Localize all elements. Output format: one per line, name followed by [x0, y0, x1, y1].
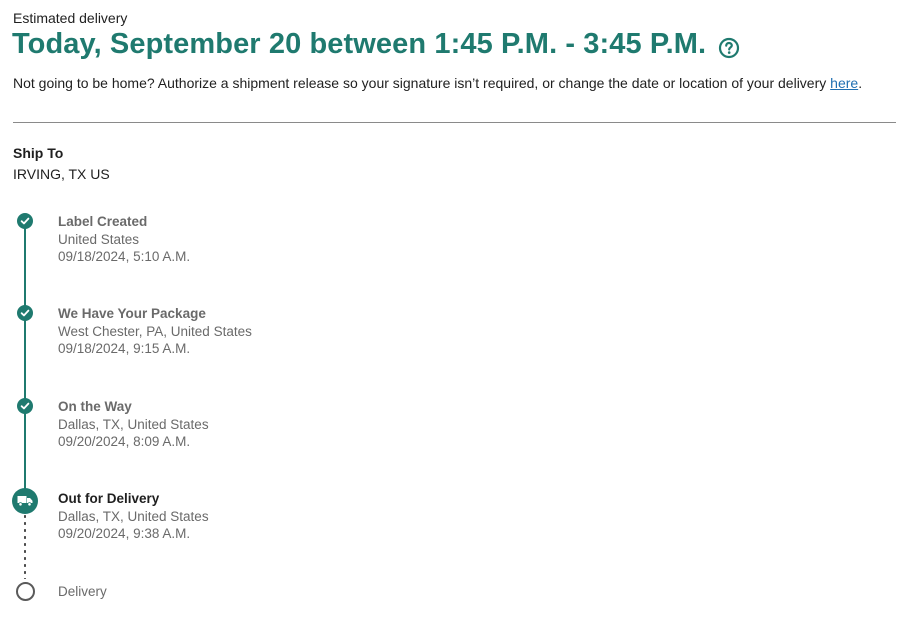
- change-delivery-link[interactable]: here: [830, 75, 858, 91]
- step-time: 09/20/2024, 9:38 A.M.: [58, 526, 191, 541]
- timeline-connector: [24, 228, 26, 306]
- section-divider: [13, 122, 896, 123]
- delivery-notice: Not going to be home? Authorize a shipme…: [13, 75, 862, 91]
- step-location: United States: [58, 231, 140, 247]
- step-location: Dallas, TX, United States: [58, 508, 209, 524]
- delivery-window-headline: Today, September 20 between 1:45 P.M. - …: [12, 28, 740, 61]
- question-circle-icon[interactable]: [718, 34, 740, 58]
- step-title: On the Way: [58, 399, 132, 414]
- step-location: Dallas, TX, United States: [58, 416, 209, 432]
- delivery-notice-text: Not going to be home? Authorize a shipme…: [13, 75, 831, 91]
- check-icon: [17, 305, 33, 321]
- step-time: 09/18/2024, 5:10 A.M.: [58, 249, 191, 264]
- step-title: We Have Your Package: [58, 306, 206, 321]
- delivery-window-text: Today, September 20 between 1:45 P.M. - …: [12, 28, 707, 60]
- step-location: West Chester, PA, United States: [58, 323, 252, 339]
- step-title: Delivery: [58, 584, 107, 599]
- delivery-notice-trail: .: [858, 75, 863, 91]
- timeline-step-package-received: We Have Your Package West Chester, PA, U…: [58, 305, 252, 358]
- timeline-connector: [24, 320, 26, 399]
- step-title: Out for Delivery: [58, 491, 160, 506]
- ship-to-label: Ship To: [13, 145, 64, 161]
- check-icon: [17, 213, 33, 229]
- timeline-step-delivery: Delivery: [58, 583, 107, 601]
- step-time: 09/20/2024, 8:09 A.M.: [58, 434, 191, 449]
- timeline-step-out-for-delivery: Out for Delivery Dallas, TX, United Stat…: [58, 490, 209, 543]
- estimated-delivery-label: Estimated delivery: [13, 10, 128, 26]
- empty-circle-icon: [16, 582, 35, 601]
- timeline-connector: [24, 413, 26, 489]
- step-time: 09/18/2024, 9:15 A.M.: [58, 341, 191, 356]
- step-title: Label Created: [58, 214, 148, 229]
- ship-to-value: IRVING, TX US: [13, 166, 110, 182]
- timeline-dotted-connector: [24, 513, 26, 579]
- check-icon: [17, 398, 33, 414]
- timeline-step-on-the-way: On the Way Dallas, TX, United States 09/…: [58, 398, 209, 451]
- timeline-step-label-created: Label Created United States 09/18/2024, …: [58, 213, 190, 266]
- truck-icon: [12, 488, 38, 514]
